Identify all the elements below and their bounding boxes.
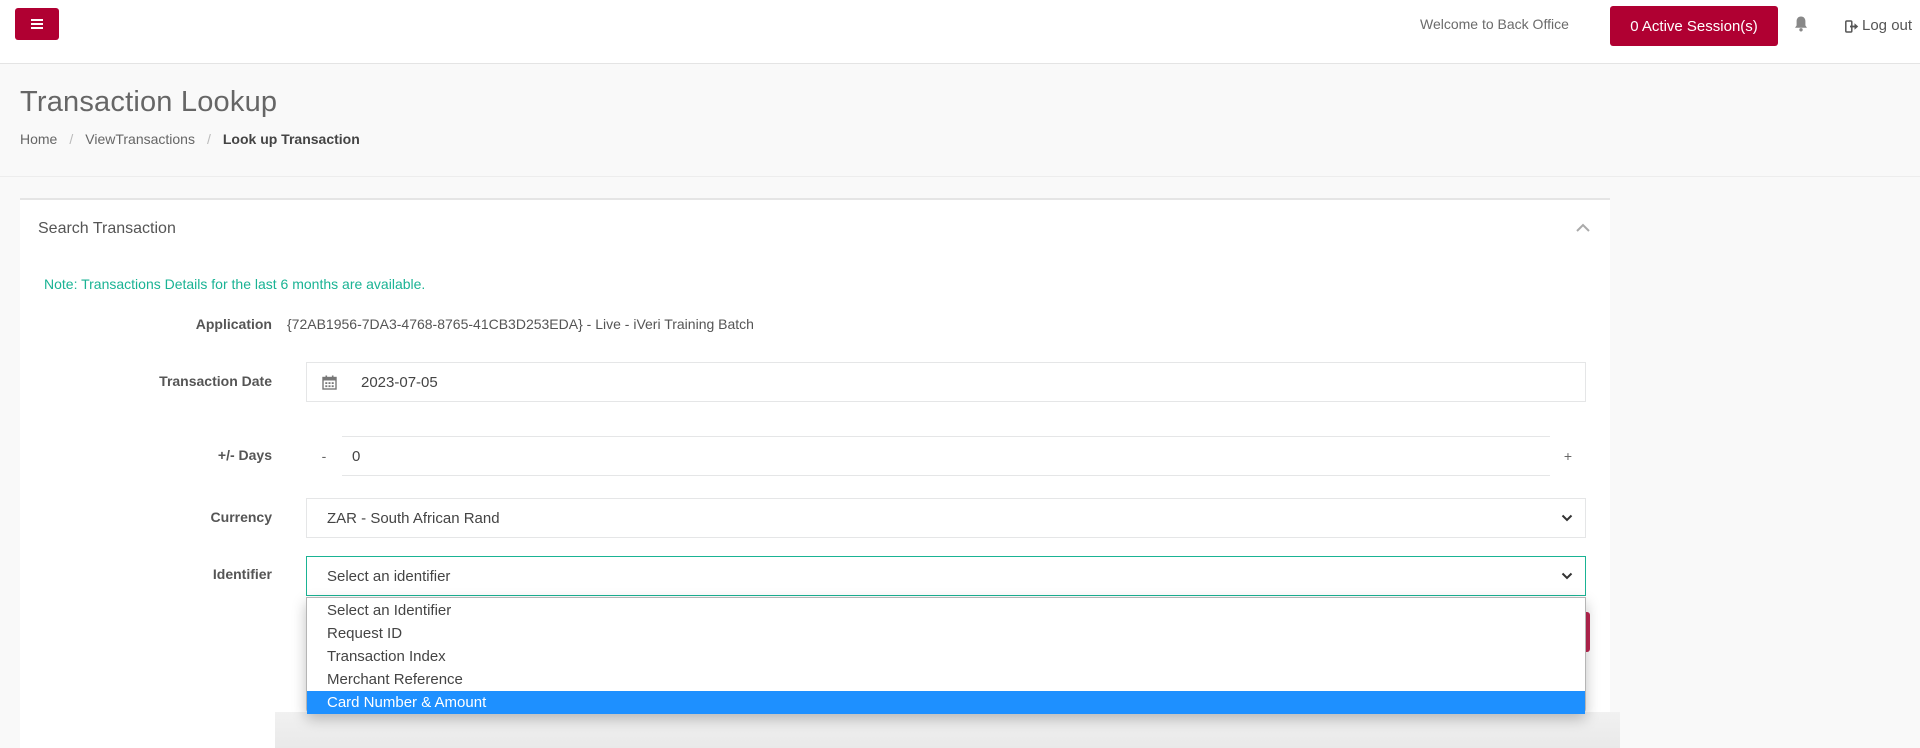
transaction-date-value: 2023-07-05	[361, 373, 438, 391]
currency-select[interactable]: ZAR - South African Rand	[306, 498, 1586, 538]
identifier-select[interactable]: Select an identifier	[306, 556, 1586, 596]
days-stepper: - 0 +	[306, 436, 1586, 476]
menu-toggle-button[interactable]	[15, 8, 59, 40]
days-input[interactable]: 0	[342, 436, 1550, 476]
bell-icon[interactable]	[1793, 15, 1809, 33]
calendar-icon[interactable]	[307, 363, 351, 401]
currency-selected-value: ZAR - South African Rand	[327, 509, 500, 527]
identifier-option-highlighted[interactable]: Card Number & Amount	[307, 691, 1585, 714]
identifier-dropdown-list: Select an Identifier Request ID Transact…	[306, 597, 1586, 714]
page-title: Transaction Lookup	[20, 86, 278, 118]
logout-link[interactable]: Log out	[1845, 16, 1912, 36]
breadcrumb: Home / ViewTransactions / Look up Transa…	[20, 131, 360, 147]
currency-label: Currency	[210, 509, 272, 525]
application-value: {72AB1956-7DA3-4768-8765-41CB3D253EDA} -…	[287, 316, 754, 332]
identifier-option[interactable]: Request ID	[307, 622, 1585, 645]
identifier-selected-value: Select an identifier	[327, 567, 451, 585]
sign-out-icon	[1845, 19, 1859, 33]
hamburger-icon	[31, 19, 43, 29]
panel-title: Search Transaction	[38, 220, 176, 237]
breadcrumb-separator: /	[69, 131, 74, 147]
identifier-label: Identifier	[212, 566, 272, 582]
availability-note: Note: Transactions Details for the last …	[44, 276, 426, 292]
days-label: +/- Days	[217, 447, 272, 463]
active-sessions-button[interactable]: 0 Active Session(s)	[1610, 6, 1778, 46]
logout-label: Log out	[1862, 17, 1913, 34]
top-navbar: Welcome to Back Office 0 Active Session(…	[0, 0, 1920, 64]
heading-divider	[0, 176, 1920, 177]
identifier-option[interactable]: Select an Identifier	[307, 599, 1585, 622]
identifier-option[interactable]: Transaction Index	[307, 645, 1585, 668]
application-label: Application	[195, 316, 272, 332]
days-decrement-button[interactable]: -	[306, 436, 342, 476]
breadcrumb-current: Look up Transaction	[222, 131, 360, 147]
transaction-date-field[interactable]: 2023-07-05	[306, 362, 1586, 402]
days-increment-button[interactable]: +	[1550, 436, 1586, 476]
breadcrumb-separator: /	[206, 131, 211, 147]
transaction-date-label: Transaction Date	[159, 373, 272, 389]
identifier-option[interactable]: Merchant Reference	[307, 668, 1585, 691]
chevron-down-icon	[1561, 514, 1573, 522]
breadcrumb-view-transactions[interactable]: ViewTransactions	[85, 131, 195, 147]
footer-shade	[275, 712, 1620, 748]
chevron-down-icon	[1561, 572, 1573, 580]
breadcrumb-home[interactable]: Home	[20, 131, 57, 147]
chevron-up-icon[interactable]	[1575, 222, 1591, 234]
welcome-text: Welcome to Back Office	[1420, 16, 1569, 32]
